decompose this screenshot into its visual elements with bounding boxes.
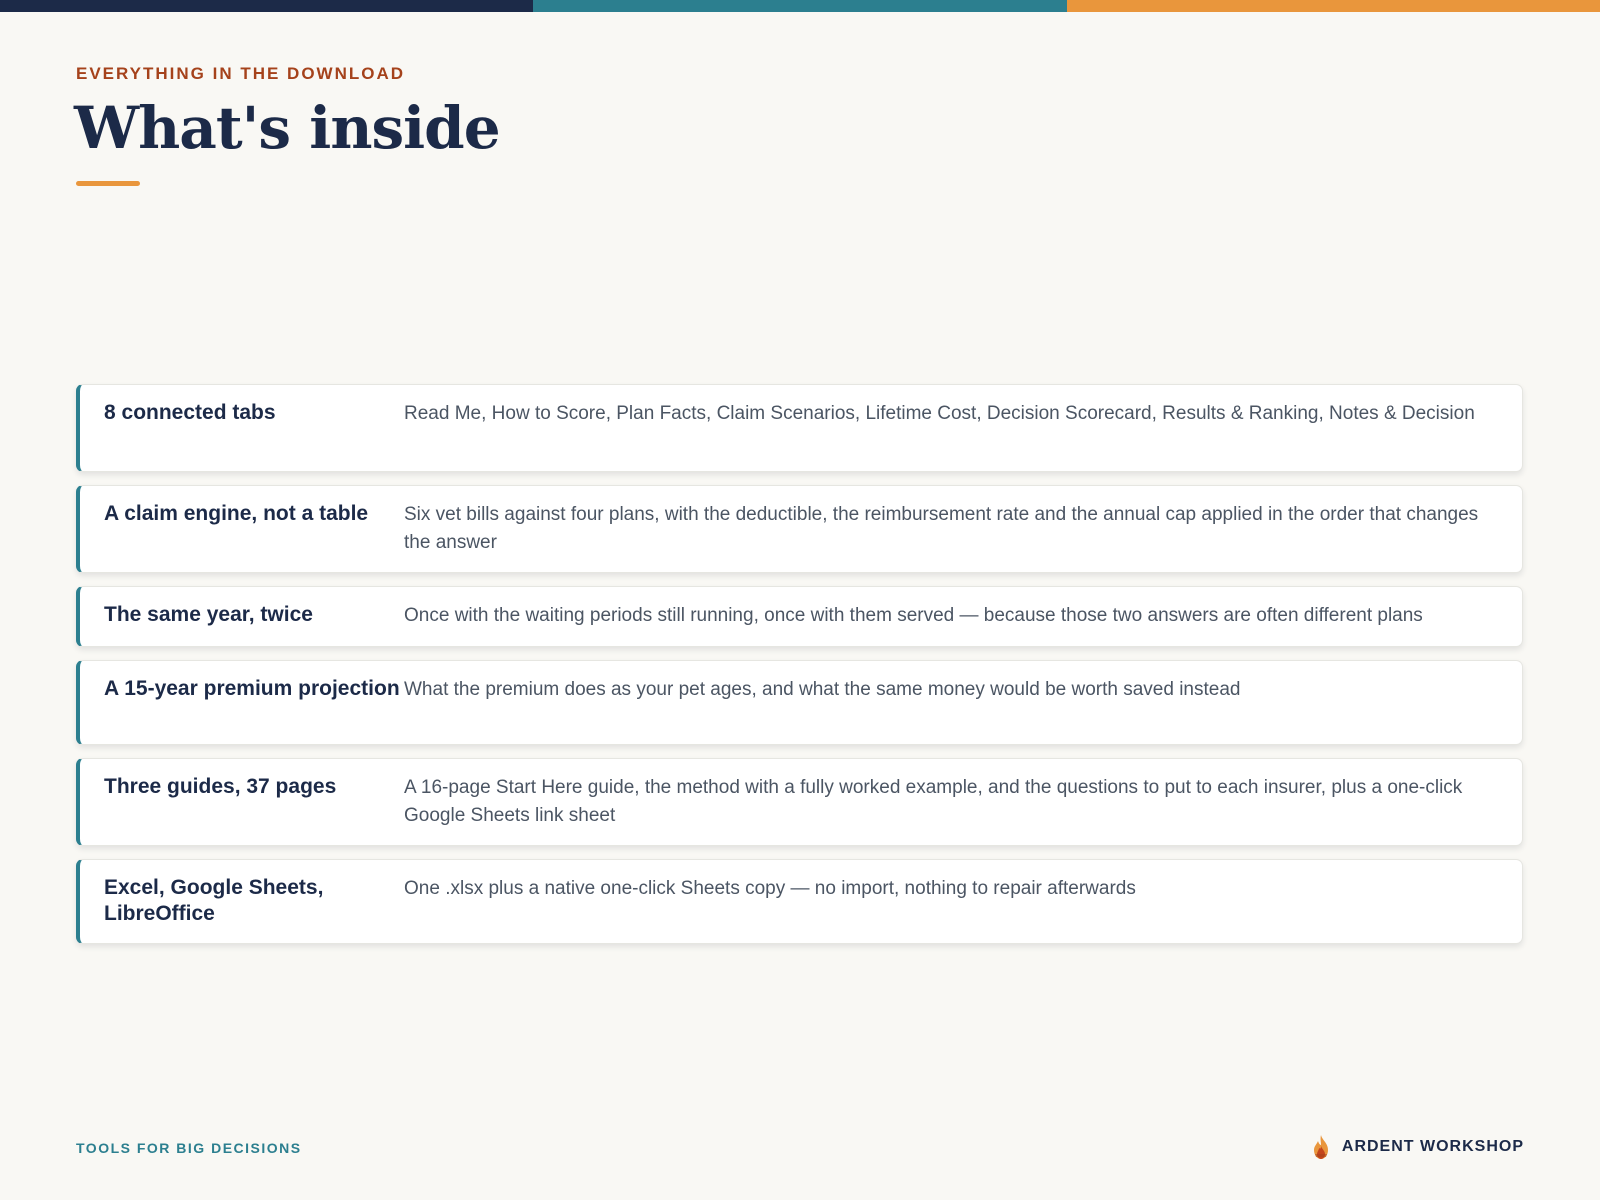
list-item: A claim engine, not a table Six vet bill… — [76, 485, 1523, 573]
list-item: 8 connected tabs Read Me, How to Score, … — [76, 384, 1523, 472]
item-description: Once with the waiting periods still runn… — [404, 605, 1423, 626]
section-eyebrow: EVERYTHING IN THE DOWNLOAD — [76, 64, 406, 83]
item-description: One .xlsx plus a native one-click Sheets… — [404, 878, 1136, 899]
item-title: Three guides, 37 pages — [104, 775, 337, 798]
item-description: What the premium does as your pet ages, … — [404, 679, 1241, 700]
item-title: A 15-year premium projection — [104, 677, 400, 700]
list-item: A 15-year premium projection What the pr… — [76, 660, 1523, 745]
item-title: 8 connected tabs — [104, 401, 276, 424]
list-item: Three guides, 37 pages A 16-page Start H… — [76, 758, 1523, 846]
page-title: What's inside — [74, 94, 501, 162]
title-underline — [76, 181, 140, 186]
item-description: Six vet bills against four plans, with t… — [404, 504, 1479, 553]
brand-logo: ARDENT WORKSHOP — [1310, 1134, 1524, 1160]
accent-segment-navy — [0, 0, 534, 12]
top-accent-bar — [0, 0, 1600, 12]
footer-tagline: TOOLS FOR BIG DECISIONS — [76, 1140, 302, 1156]
list-item: The same year, twice Once with the waiti… — [76, 586, 1523, 647]
item-title: The same year, twice — [104, 603, 313, 626]
item-title: A claim engine, not a table — [104, 502, 369, 525]
accent-segment-orange — [1066, 0, 1600, 12]
list-item: Excel, Google Sheets, LibreOffice One .x… — [76, 859, 1523, 944]
contents-list: 8 connected tabs Read Me, How to Score, … — [76, 384, 1523, 957]
item-description: A 16-page Start Here guide, the method w… — [404, 777, 1463, 826]
accent-segment-teal — [533, 0, 1067, 12]
brand-name: ARDENT WORKSHOP — [1341, 1138, 1524, 1155]
flame-icon — [1310, 1134, 1332, 1160]
item-title: Excel, Google Sheets, LibreOffice — [104, 876, 324, 925]
item-description: Read Me, How to Score, Plan Facts, Claim… — [404, 403, 1475, 424]
